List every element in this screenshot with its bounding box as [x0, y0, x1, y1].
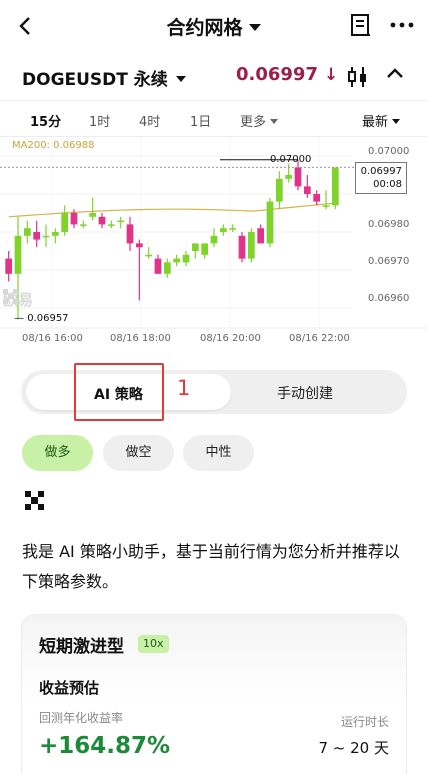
candle-body [163, 262, 171, 274]
latest-chevron-down-icon [392, 119, 401, 124]
current-price-tag: 0.06997 00:08 [355, 162, 407, 194]
candle-body [229, 228, 237, 230]
y-tick: 0.06970 [368, 256, 410, 267]
leverage-badge: 10x [138, 635, 169, 653]
okx-watermark: 欧易 [3, 289, 34, 309]
candle-body [107, 224, 115, 226]
candle-body [322, 205, 330, 207]
candle-body [98, 216, 106, 225]
strategy-title: 短期激进型 [39, 637, 124, 657]
candle-body [219, 228, 227, 232]
candlestick-chart[interactable]: 欧易 MA200: 0.06988 0.07000 — 0.06957 0.07… [0, 137, 427, 350]
ma200-label: MA200: 0.06988 [12, 140, 95, 151]
x-tick: 08/16 22:00 [289, 333, 350, 344]
candle-body [247, 232, 255, 259]
estimate-title: 收益预估 [39, 679, 100, 697]
candle-body [117, 220, 125, 223]
title-chevron-down-icon [248, 24, 261, 31]
x-tick: 08/16 16:00 [22, 333, 83, 344]
more-chevron-down-icon [270, 119, 279, 124]
candle-body [42, 235, 50, 238]
candle-body [5, 258, 13, 274]
ma200-line [8, 202, 336, 218]
bot-icon [25, 491, 47, 513]
candle-body [79, 224, 87, 226]
candle-body [126, 224, 134, 244]
pair-chevron-down-icon [175, 76, 186, 82]
y-tick: 0.07000 [368, 146, 410, 157]
tab-15m[interactable]: 15分 [30, 111, 61, 130]
candle-body [14, 235, 22, 274]
annotation-number: 1 [177, 376, 191, 400]
y-tick: 0.06980 [368, 219, 410, 230]
collapse-chevron-up-icon[interactable] [382, 63, 408, 89]
candle-body [294, 167, 302, 187]
candle-body [191, 243, 199, 251]
candle-body [135, 243, 143, 248]
candle-body [145, 254, 153, 257]
candle-body [89, 213, 97, 217]
candle-body [331, 167, 339, 206]
pair-bar: DOGEUSDT 永续 0.06997 ↓ [0, 57, 427, 97]
y-tick: 0.06960 [368, 293, 410, 304]
tab-manual-create[interactable]: 手动创建 [277, 383, 333, 403]
candle-body [154, 258, 162, 274]
document-icon[interactable] [350, 13, 372, 37]
pair-selector[interactable]: DOGEUSDT 永续 [22, 65, 186, 90]
low-price-label: — 0.06957 [14, 313, 69, 324]
candle-body [238, 235, 246, 259]
strategy-card[interactable]: 短期激进型 10x 收益预估 回测年化收益率 +164.87% 运行时长 7 ~… [21, 614, 407, 774]
last-price: 0.06997 ↓ [236, 64, 339, 85]
candle-body [70, 213, 78, 225]
candle-body [201, 243, 209, 255]
x-tick: 08/16 20:00 [200, 333, 261, 344]
candle-body [313, 194, 321, 202]
candle-body [23, 228, 31, 236]
tab-1h[interactable]: 1时 [89, 111, 110, 130]
tab-1d[interactable]: 1日 [190, 111, 211, 130]
apr-value: +164.87% [39, 733, 171, 759]
candle-body [303, 186, 311, 194]
assistant-intro-text: 我是 AI 策略小助手，基于当前行情为您分析并推荐以下策略参数。 [22, 542, 400, 591]
candle-body [285, 175, 293, 179]
top-bar: 合约网格 [0, 0, 427, 52]
candle-body [266, 201, 274, 244]
candle-body [275, 178, 283, 202]
tab-4h[interactable]: 4时 [139, 111, 160, 130]
candle-body [33, 232, 41, 240]
candle-body [173, 258, 181, 263]
more-icon[interactable] [389, 13, 415, 37]
runtime-value: 7 ~ 20 天 [318, 739, 389, 757]
candle-body [182, 254, 190, 263]
direction-long-button[interactable]: 做多 [22, 435, 93, 471]
candle-body [210, 235, 218, 244]
x-tick: 08/16 18:00 [110, 333, 171, 344]
annotation-highlight-box [74, 363, 164, 421]
price-down-arrow-icon: ↓ [323, 65, 339, 85]
apr-label: 回测年化收益率 [39, 711, 124, 725]
candlestick-icon[interactable] [346, 65, 370, 89]
latest-selector[interactable]: 最新 [362, 111, 401, 130]
direction-short-button[interactable]: 做空 [103, 435, 174, 471]
tab-more[interactable]: 更多 [240, 111, 279, 130]
divider [0, 100, 427, 101]
high-price-label: 0.07000 [270, 154, 312, 165]
timeframe-bar: 15分 1时 4时 1日 更多 最新 [0, 102, 427, 136]
candle-body [257, 228, 265, 244]
runtime-label: 运行时长 [340, 715, 389, 729]
candle-body [61, 213, 69, 232]
candle-body [51, 232, 59, 236]
direction-neutral-button[interactable]: 中性 [183, 435, 254, 471]
